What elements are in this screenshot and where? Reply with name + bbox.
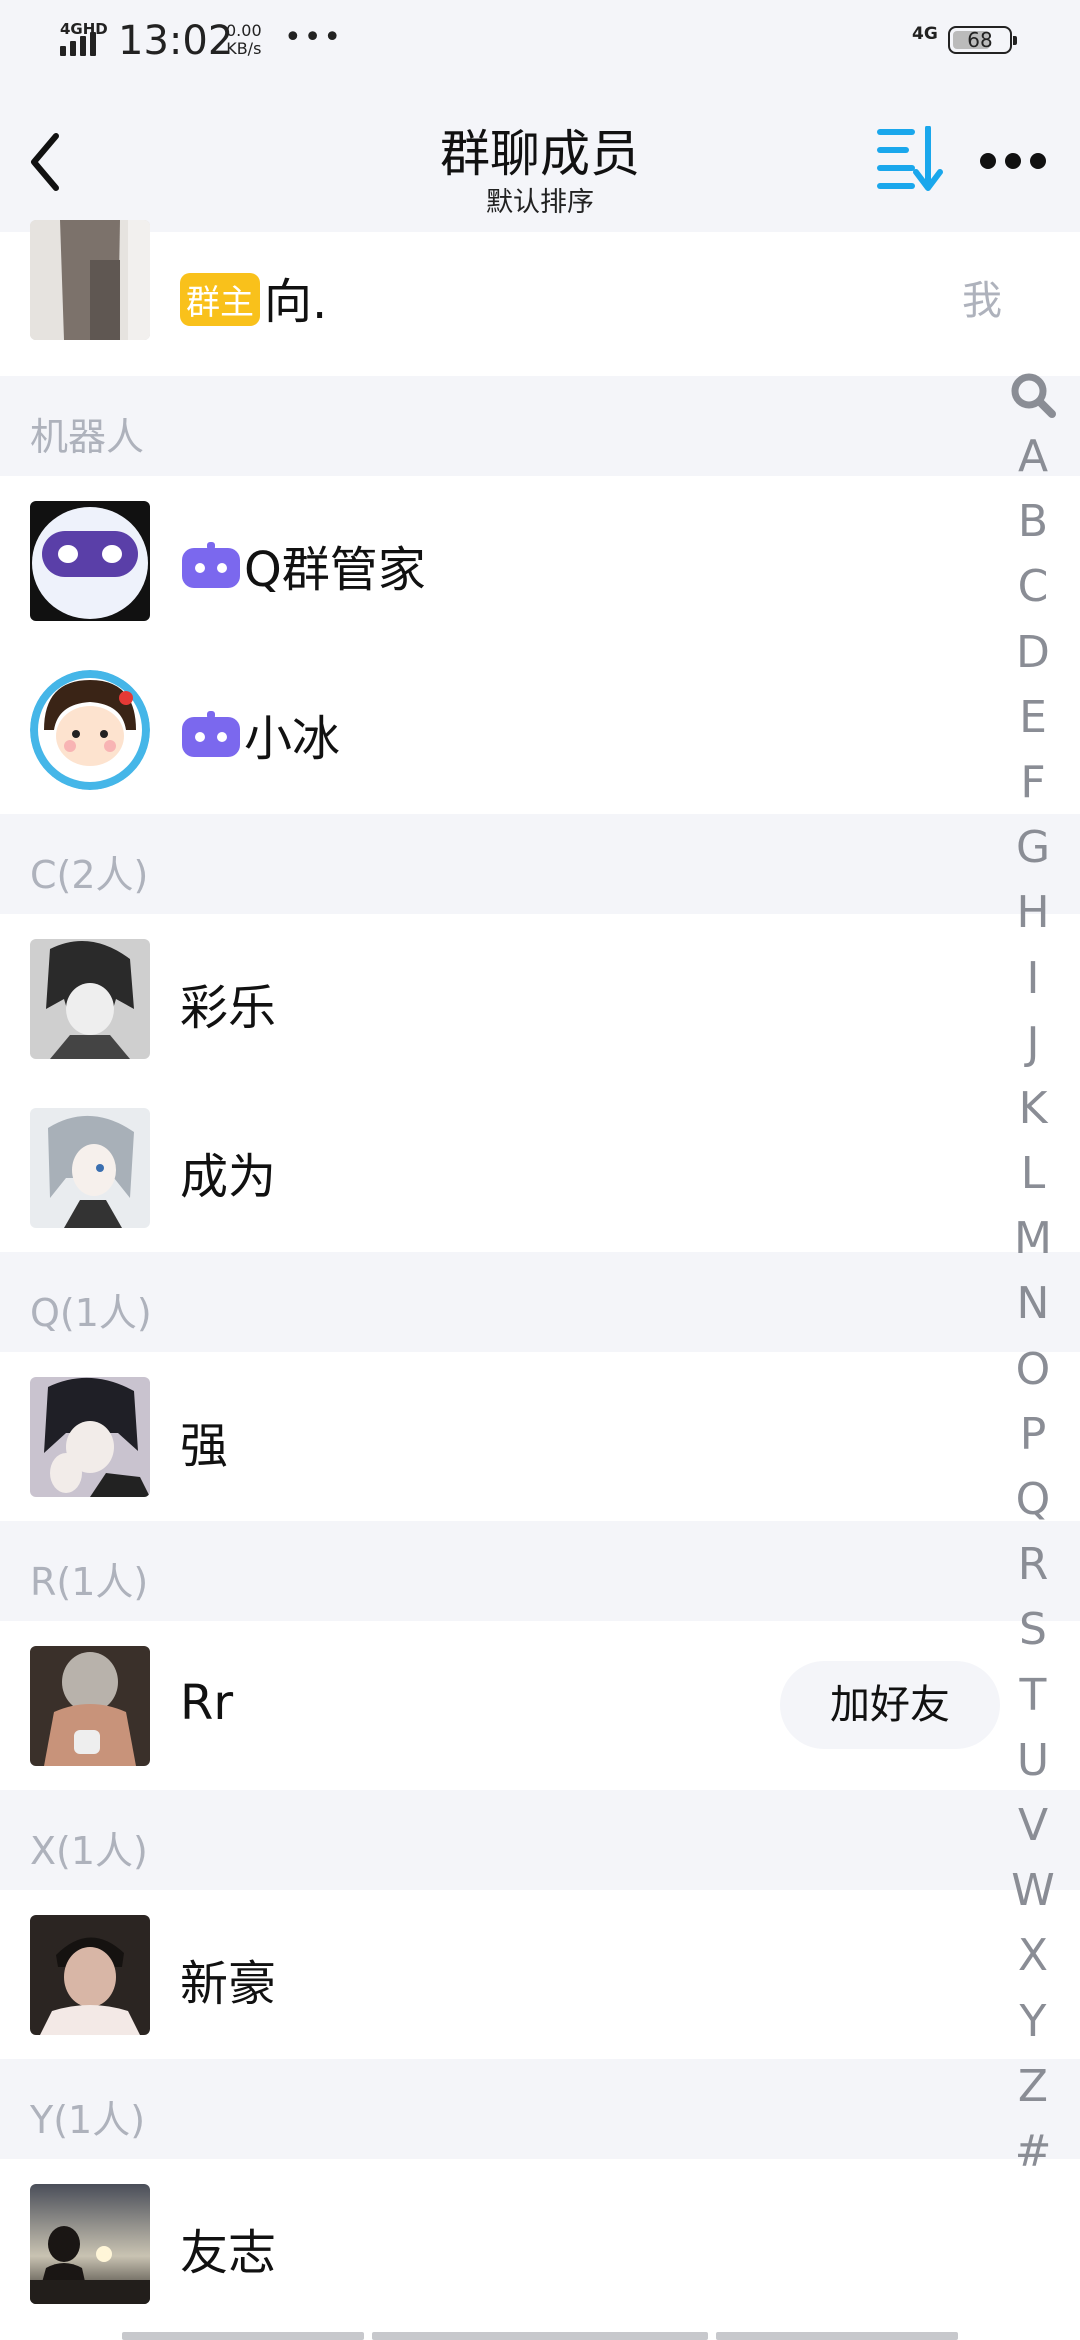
member-name: 新豪 <box>180 1956 277 2012</box>
member-list: 群主 向. 我 机器人 Q群管家 小冰 C(2人) 彩乐 成为 Q(1人) 强 … <box>0 220 1080 2328</box>
clock: 13:02 <box>118 18 234 64</box>
index-letter[interactable]: Z <box>1000 2054 1066 2119</box>
speed-unit: KB/s <box>226 39 262 58</box>
member-name: 成为 <box>180 1149 277 1205</box>
member-name: 小冰 <box>180 699 340 769</box>
index-letter[interactable]: G <box>1000 815 1066 880</box>
robot-icon <box>180 711 242 759</box>
speed-value: 0.00 <box>226 21 262 40</box>
member-name: Rr <box>180 1675 234 1731</box>
index-letter[interactable]: M <box>1000 1206 1066 1271</box>
avatar <box>30 939 150 1059</box>
section-title: X(1人) <box>30 1829 148 1873</box>
index-letter[interactable]: O <box>1000 1337 1066 1402</box>
member-row[interactable]: 强 <box>0 1352 1080 1521</box>
gesture-bar <box>0 2326 1080 2340</box>
member-name-text: Q群管家 <box>244 542 426 598</box>
section-title: Y(1人) <box>30 2098 146 2142</box>
battery-icon: 68 <box>948 26 1017 54</box>
alphabet-index[interactable]: A B C D E F G H I J K L M N O P Q R S T U V W X Y Z # <box>1000 372 1066 2184</box>
sort-icon[interactable] <box>876 125 946 194</box>
app-header: 群聊成员 默认排序 <box>0 80 1080 232</box>
avatar <box>30 1377 150 1497</box>
member-name: Q群管家 <box>180 530 426 600</box>
owner-name: 向. <box>264 274 328 330</box>
section-header-r: R(1人) <box>0 1521 1080 1621</box>
member-row[interactable]: 彩乐 <box>0 914 1080 1083</box>
avatar <box>30 1915 150 2035</box>
section-title: C(2人) <box>30 853 149 897</box>
status-bar: 4GHD 13:02 0.00 KB/s ••• 4G 68 <box>0 0 1080 80</box>
avatar <box>30 1108 150 1228</box>
member-name: 群主 向. <box>180 262 327 332</box>
section-title: Q(1人) <box>30 1291 152 1335</box>
index-letter[interactable]: D <box>1000 620 1066 685</box>
section-header-x: X(1人) <box>0 1790 1080 1890</box>
avatar <box>30 670 150 790</box>
index-letter[interactable]: U <box>1000 1728 1066 1793</box>
section-header-q: Q(1人) <box>0 1252 1080 1352</box>
member-row[interactable]: 成为 <box>0 1083 1080 1252</box>
battery-level: 68 <box>967 28 993 52</box>
network-right-label: 4G <box>912 24 938 44</box>
section-title: 机器人 <box>30 415 145 459</box>
member-row[interactable]: Q群管家 <box>0 476 1080 645</box>
robot-icon <box>180 542 242 590</box>
index-letters: A B C D E F G H I J K L M N O P Q R S T U V W X Y Z # <box>1000 424 1066 2184</box>
status-more-dots: ••• <box>284 20 344 55</box>
section-header-bots: 机器人 <box>0 376 1080 476</box>
me-label: 我 <box>962 278 1002 324</box>
index-letter[interactable]: H <box>1000 880 1066 945</box>
member-row[interactable]: Rr 加好友 <box>0 1621 1080 1790</box>
member-name: 友志 <box>180 2225 277 2281</box>
member-row-owner[interactable]: 群主 向. 我 <box>0 220 1080 376</box>
index-letter[interactable]: J <box>1000 1011 1066 1076</box>
member-name: 彩乐 <box>180 980 277 1036</box>
member-name: 强 <box>180 1418 229 1474</box>
section-header-c: C(2人) <box>0 814 1080 914</box>
index-letter[interactable]: # <box>1000 2119 1066 2184</box>
section-title: R(1人) <box>30 1560 149 1604</box>
index-letter[interactable]: T <box>1000 1663 1066 1728</box>
index-letter[interactable]: E <box>1000 685 1066 750</box>
add-friend-button[interactable]: 加好友 <box>780 1661 1000 1749</box>
index-letter[interactable]: Q <box>1000 1467 1066 1532</box>
index-letter[interactable]: A <box>1000 424 1066 489</box>
index-letter[interactable]: S <box>1000 1597 1066 1662</box>
index-letter[interactable]: C <box>1000 554 1066 619</box>
index-letter[interactable]: Y <box>1000 1989 1066 2054</box>
index-letter[interactable]: P <box>1000 1402 1066 1467</box>
avatar <box>30 2184 150 2304</box>
index-letter[interactable]: K <box>1000 1076 1066 1141</box>
member-name-text: 小冰 <box>244 711 341 767</box>
signal-icon: 4GHD <box>60 20 108 56</box>
avatar <box>30 1646 150 1766</box>
index-letter[interactable]: F <box>1000 750 1066 815</box>
search-icon[interactable] <box>1010 372 1056 418</box>
member-row[interactable]: 新豪 <box>0 1890 1080 2059</box>
network-right: 4G <box>912 24 938 44</box>
member-row[interactable]: 友志 <box>0 2159 1080 2328</box>
avatar <box>30 501 150 621</box>
avatar <box>30 220 150 340</box>
member-row[interactable]: 小冰 <box>0 645 1080 814</box>
index-letter[interactable]: I <box>1000 946 1066 1011</box>
index-letter[interactable]: L <box>1000 1141 1066 1206</box>
index-letter[interactable]: N <box>1000 1271 1066 1336</box>
index-letter[interactable]: R <box>1000 1532 1066 1597</box>
more-dots-icon[interactable] <box>978 146 1048 176</box>
section-header-y: Y(1人) <box>0 2059 1080 2159</box>
index-letter[interactable]: W <box>1000 1858 1066 1923</box>
index-letter[interactable]: B <box>1000 489 1066 554</box>
network-speed: 0.00 KB/s <box>226 22 262 58</box>
owner-badge: 群主 <box>180 273 260 326</box>
index-letter[interactable]: V <box>1000 1793 1066 1858</box>
index-letter[interactable]: X <box>1000 1923 1066 1988</box>
